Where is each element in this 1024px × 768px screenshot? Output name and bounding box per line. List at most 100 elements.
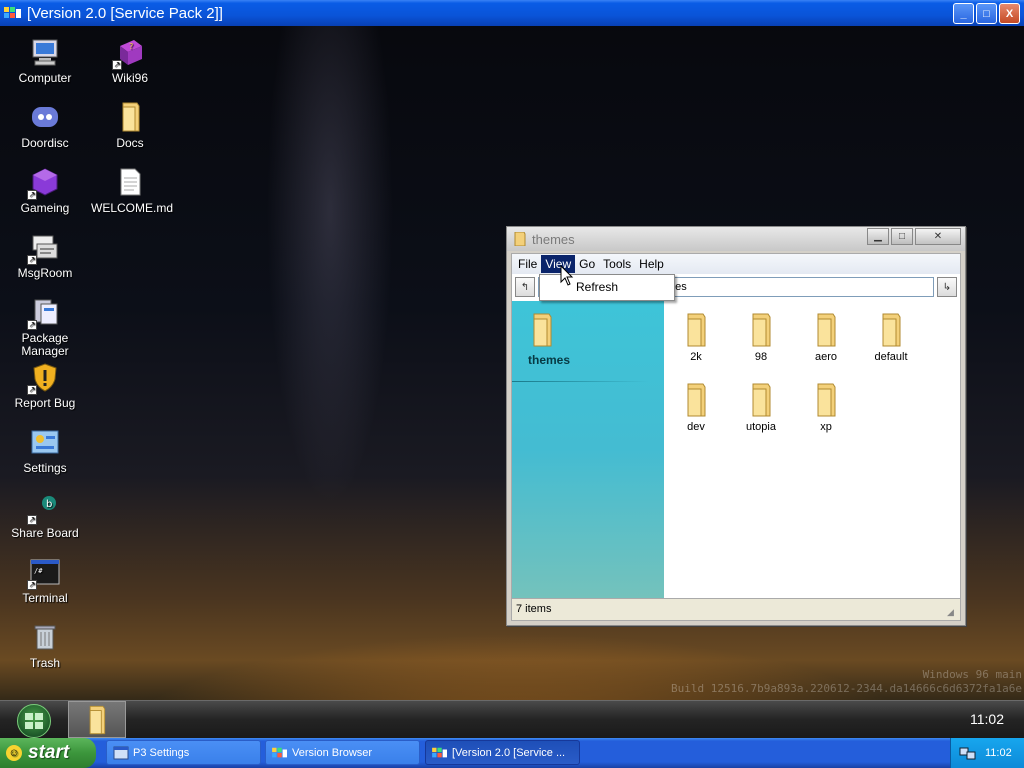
desktop-icon-label: Doordisc	[21, 136, 69, 150]
desktop-icon-label: Computer	[18, 71, 72, 85]
desktop-icon-label: Trash	[29, 656, 61, 670]
explorer-title: themes	[532, 231, 575, 247]
menubar: File View Go Tools Help	[512, 254, 960, 274]
sidebar-pane: themes	[512, 301, 664, 598]
close-button[interactable]: ✕	[915, 228, 961, 245]
taskbar-item-p3-settings[interactable]: P3 Settings	[106, 740, 261, 765]
minimize-button[interactable]: _	[953, 3, 974, 24]
desktop-icon-share-board[interactable]: b ↗ Share Board	[6, 491, 84, 540]
menu-go[interactable]: Go	[575, 255, 599, 273]
shortcut-arrow-icon: ↗	[27, 255, 37, 265]
dock-clock: 11:02	[970, 711, 1004, 727]
svg-text:/#: /#	[34, 567, 43, 575]
maximize-button[interactable]: □	[976, 3, 997, 24]
taskbar-item-label: [Version 2.0 [Service ...	[452, 746, 566, 759]
file-item[interactable]: 98	[731, 313, 791, 363]
desktop-icon-trash[interactable]: Trash	[6, 621, 84, 670]
folder-icon	[514, 232, 526, 246]
shortcut-arrow-icon: ↗	[27, 515, 37, 525]
desktop-icon-msgroom[interactable]: ↗ MsgRoom	[6, 231, 84, 280]
dock-item-explorer[interactable]	[68, 701, 126, 738]
desktop-icon-label: Package Manager	[21, 331, 69, 358]
desktop-icon-report-bug[interactable]: ↗ Report Bug	[6, 361, 84, 410]
desktop-icon-label: Terminal	[22, 591, 68, 605]
desktop-icon-label: Report Bug	[14, 396, 76, 410]
cube-icon: ↗	[27, 166, 61, 200]
file-item[interactable]: xp	[796, 383, 856, 433]
shortcut-arrow-icon: ↗	[27, 190, 37, 200]
folder-icon	[882, 313, 901, 347]
network-icon[interactable]	[959, 745, 977, 761]
trash-icon	[29, 621, 61, 653]
file-label: 2k	[690, 351, 702, 363]
close-button[interactable]: X	[999, 3, 1020, 24]
folder-icon	[687, 383, 706, 417]
book-icon: ? ↗	[112, 36, 146, 70]
desktop-icon-gameing[interactable]: ↗ Gameing	[6, 166, 84, 215]
menu-tools[interactable]: Tools	[599, 255, 635, 273]
status-bar: 7 items ◢	[512, 598, 960, 620]
watermark-line2: Build 12516.7b9a893a.220612-2344.da14666…	[671, 682, 1022, 695]
desktop-icon-computer[interactable]: Computer	[6, 36, 84, 85]
windows-logo-icon	[25, 713, 43, 729]
watermark-line1: Windows 96 main	[922, 668, 1022, 681]
maximize-button[interactable]: □	[891, 228, 913, 245]
up-button[interactable]: ↰	[515, 277, 535, 297]
shortcut-arrow-icon: ↗	[27, 580, 37, 590]
shortcut-arrow-icon: ↗	[27, 320, 37, 330]
file-list: 2k 98 aero default dev utopia xp	[664, 301, 960, 598]
desktop-icon-package-manager[interactable]: ↗ Package Manager	[6, 296, 84, 358]
resize-grip-icon[interactable]: ◢	[947, 607, 957, 617]
desktop-icon-label: Docs	[116, 136, 144, 150]
file-label: default	[874, 351, 908, 363]
menu-help[interactable]: Help	[635, 255, 668, 273]
folder-icon	[89, 705, 106, 734]
explorer-body: File View Go Tools Help ↰ nes ↳ themes 2…	[511, 253, 961, 621]
taskbar: ☺ start P3 Settings Version Browser [Ver…	[0, 738, 1024, 768]
desktop-icon-docs[interactable]: Docs	[91, 101, 169, 150]
folder-icon	[817, 313, 836, 347]
file-item[interactable]: utopia	[731, 383, 791, 433]
discord-icon	[29, 101, 61, 133]
desktop-icon-label: Gameing	[20, 201, 70, 215]
file-item[interactable]: default	[861, 313, 921, 363]
file-item[interactable]: aero	[796, 313, 856, 363]
sidebar-divider	[512, 381, 648, 382]
windows96-logo-icon	[272, 747, 287, 757]
computer-icon	[29, 36, 61, 68]
file-label: xp	[820, 421, 832, 433]
minimize-button[interactable]: ▁	[867, 228, 889, 245]
windows-orb-button[interactable]	[17, 704, 51, 738]
outer-window-titlebar[interactable]: [Version 2.0 [Service Pack 2]] _ □ X	[0, 0, 1024, 26]
folder-icon	[687, 313, 706, 347]
start-label: start	[28, 742, 70, 763]
desktop-icon-label: Share Board	[11, 526, 79, 540]
desktop-icon-terminal[interactable]: /# ↗ Terminal	[6, 556, 84, 605]
desktop-icon-wiki96[interactable]: ? ↗ Wiki96	[91, 36, 169, 85]
package-icon: ↗	[27, 296, 61, 330]
desktop-icon-label: WELCOME.md	[91, 201, 174, 215]
system-tray: 11:02	[950, 738, 1024, 768]
desktop-icon-settings[interactable]: Settings	[6, 426, 84, 475]
svg-text:b: b	[46, 499, 52, 510]
share-board-icon: b ↗	[27, 491, 61, 525]
taskbar-item-label: Version Browser	[292, 746, 373, 759]
tray-clock[interactable]: 11:02	[985, 747, 1012, 759]
menu-item-refresh[interactable]: Refresh	[576, 280, 674, 294]
file-item[interactable]: 2k	[666, 313, 726, 363]
folder-icon	[752, 313, 771, 347]
taskbar-item-version-browser[interactable]: Version Browser	[265, 740, 420, 765]
start-button[interactable]: ☺ start	[0, 738, 96, 768]
explorer-titlebar[interactable]: themes ▁ □ ✕	[507, 227, 965, 251]
document-icon	[114, 166, 146, 198]
svg-text:?: ?	[129, 42, 133, 51]
file-item[interactable]: dev	[666, 383, 726, 433]
menu-file[interactable]: File	[514, 255, 541, 273]
desktop-icon-doordisc[interactable]: Doordisc	[6, 101, 84, 150]
shortcut-arrow-icon: ↗	[112, 60, 122, 70]
desktop-icon-welcome[interactable]: WELCOME.md	[91, 166, 174, 215]
mouse-cursor-icon	[560, 265, 574, 286]
taskbar-item-version-window[interactable]: [Version 2.0 [Service ...	[425, 740, 580, 765]
status-text: 7 items	[516, 603, 552, 615]
go-button[interactable]: ↳	[937, 277, 957, 297]
